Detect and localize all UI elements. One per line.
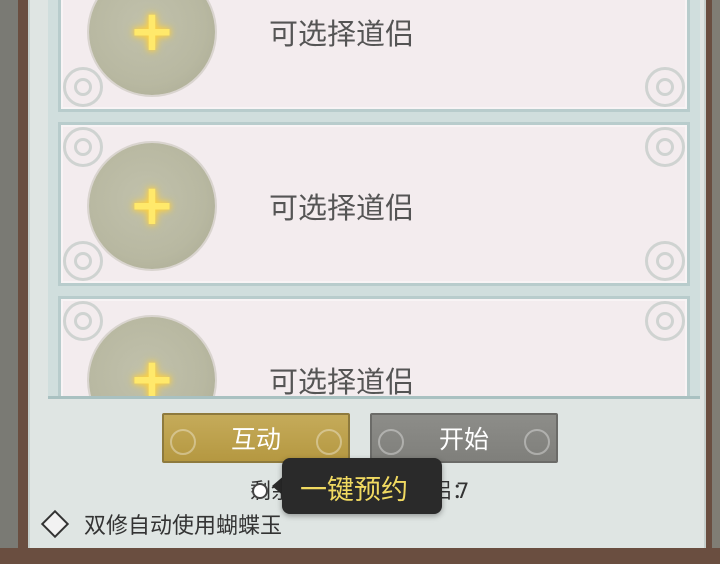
corner-swirl-icon [63,241,103,281]
one-click-reserve-tooltip[interactable]: 一键预约 [272,458,444,514]
start-button-label: 开始 [438,425,489,454]
start-button[interactable]: 开始 [370,413,558,463]
corner-swirl-icon [645,301,685,341]
partner-slot-card[interactable]: + 可选择道侣 [58,296,690,399]
partner-slot-card[interactable]: + 可选择道侣 [58,122,690,286]
partner-slot-list[interactable]: + 可选择道侣 + 可选择道侣 + 可选择道侣 [48,0,700,399]
partner-slot-label: 可选择道侣 [269,365,415,399]
tooltip-text: 一键预约 [300,475,408,506]
auto-use-label: 双修自动使用蝴蝶玉 [84,514,283,539]
auto-use-checkbox[interactable] [38,507,72,541]
add-partner-slot[interactable]: + [89,317,215,399]
plus-icon: + [128,0,176,64]
button-swirl-icon [524,429,550,455]
plus-icon: + [128,347,176,399]
button-swirl-icon [316,429,342,455]
corner-swirl-icon [645,67,685,107]
add-partner-slot[interactable]: + [89,143,215,269]
diamond-checkbox-icon [40,509,70,539]
touch-indicator-icon [252,483,268,499]
corner-swirl-icon [63,67,103,107]
auto-use-option[interactable]: 双修自动使用蝴蝶玉 [38,505,282,543]
partner-slot-card[interactable]: + 可选择道侣 [58,0,690,112]
partner-slot-label: 可选择道侣 [269,17,415,51]
interact-button-label: 互动 [230,425,281,454]
add-partner-slot[interactable]: + [89,0,215,95]
partner-slot-label: 可选择道侣 [269,191,415,225]
corner-swirl-icon [63,301,103,341]
button-swirl-icon [378,429,404,455]
right-frame [706,0,720,564]
interact-button[interactable]: 互动 [162,413,350,463]
remaining-count: 7 [456,479,470,503]
corner-swirl-icon [645,127,685,167]
left-frame [0,0,28,564]
plus-icon: + [128,173,176,238]
button-swirl-icon [170,429,196,455]
corner-swirl-icon [63,127,103,167]
corner-swirl-icon [645,241,685,281]
bottom-frame [0,548,720,564]
